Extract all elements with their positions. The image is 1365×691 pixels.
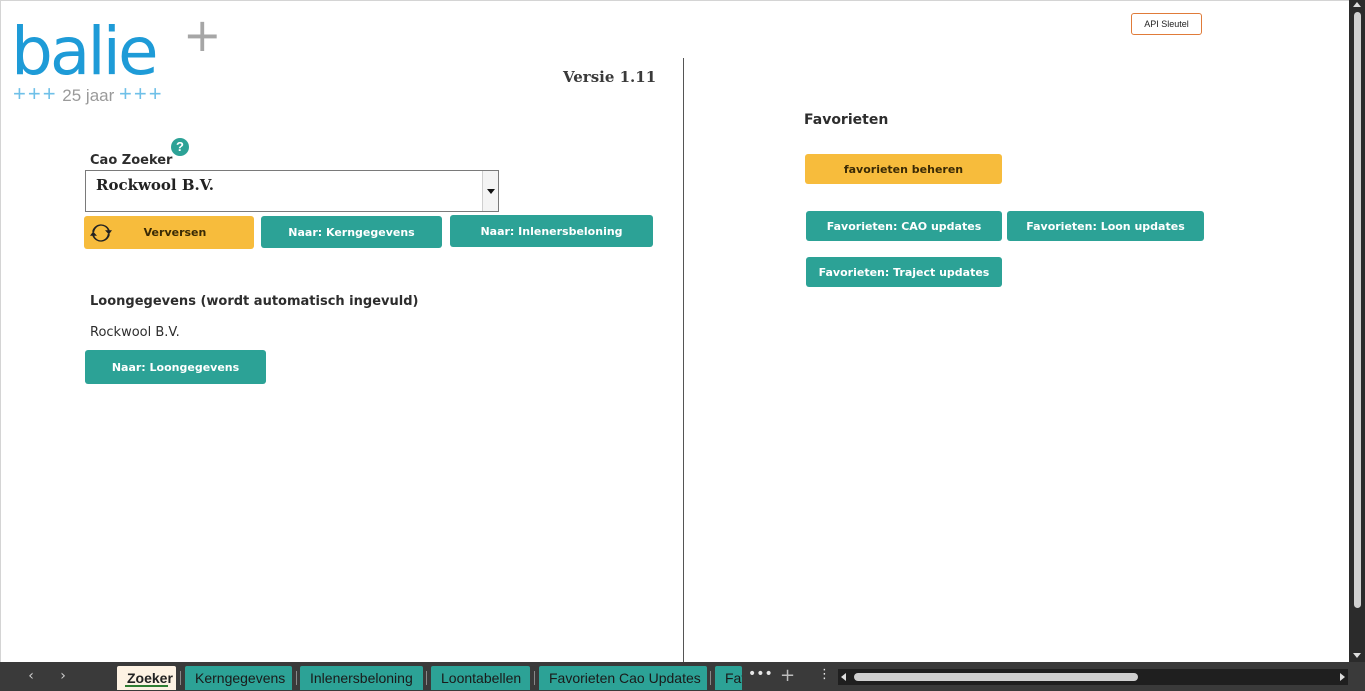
- horizontal-scroll-thumb[interactable]: [854, 673, 1138, 681]
- horizontal-scrollbar[interactable]: [838, 669, 1348, 685]
- tab-zoeker-label: Zoeker: [127, 670, 173, 686]
- tab-loontabellen-label: Loontabellen: [441, 670, 522, 686]
- tab-menu-icon[interactable]: ⋮: [818, 667, 831, 682]
- refresh-button[interactable]: Verversen: [84, 216, 254, 249]
- manage-favorites-label: favorieten beheren: [843, 162, 964, 176]
- cao-zoeker-label: Cao Zoeker: [90, 153, 173, 168]
- sheet-tab-bar: ‹ › Zoeker Kerngegevens Inlenersbeloning…: [0, 662, 1365, 691]
- logo-plus-left: +++: [13, 81, 58, 106]
- refresh-label: Verversen: [143, 226, 207, 239]
- api-key-button[interactable]: API Sleutel: [1131, 13, 1202, 35]
- tab-fav-label: Fav: [725, 670, 742, 686]
- tab-favorieten-cao-updates-label: Favorieten Cao Updates: [549, 670, 701, 686]
- tab-inlenersbeloning[interactable]: Inlenersbeloning: [300, 666, 423, 690]
- to-kerngegevens-label: Naar: Kerngegevens: [288, 225, 415, 239]
- cao-select[interactable]: Rockwool B.V.: [85, 170, 499, 212]
- favorites-loon-updates-button[interactable]: Favorieten: Loon updates: [1007, 211, 1204, 241]
- to-loongegevens-button[interactable]: Naar: Loongegevens: [85, 350, 266, 384]
- tab-loontabellen[interactable]: Loontabellen: [431, 666, 530, 690]
- chevron-right-icon[interactable]: ›: [54, 667, 72, 685]
- favorites-traject-updates-label: Favorieten: Traject updates: [818, 265, 990, 279]
- help-icon[interactable]: ?: [171, 138, 189, 156]
- tab-zoeker[interactable]: Zoeker: [117, 666, 176, 690]
- scroll-up-icon[interactable]: [1353, 2, 1361, 7]
- scroll-down-icon[interactable]: [1353, 653, 1361, 658]
- logo-word: balie: [11, 13, 159, 90]
- tab-separator: [534, 671, 535, 685]
- balie-logo: balie + +++ 25 jaar +++: [11, 8, 231, 107]
- logo-years: 25 jaar: [62, 86, 115, 105]
- vertical-scrollbar[interactable]: [1349, 0, 1365, 662]
- favorites-cao-updates-button[interactable]: Favorieten: CAO updates: [806, 211, 1002, 241]
- tab-separator: [426, 671, 427, 685]
- spreadsheet-canvas: balie + +++ 25 jaar +++ API Sleutel Vers…: [0, 0, 1349, 663]
- logo-plus-right: +++: [119, 81, 164, 106]
- chevron-left-icon[interactable]: ‹: [22, 667, 40, 685]
- loongegevens-heading: Loongegevens (wordt automatisch ingevuld…: [90, 294, 419, 309]
- favorites-traject-updates-button[interactable]: Favorieten: Traject updates: [806, 257, 1002, 287]
- loongegevens-value: Rockwool B.V.: [90, 325, 180, 340]
- tab-favorieten-cao-updates[interactable]: Favorieten Cao Updates: [539, 666, 707, 690]
- favorieten-heading: Favorieten: [804, 112, 889, 128]
- scroll-left-icon[interactable]: [841, 673, 846, 681]
- favorites-cao-updates-label: Favorieten: CAO updates: [826, 219, 982, 233]
- section-divider: [683, 58, 684, 663]
- tab-kerngegevens-label: Kerngegevens: [195, 670, 286, 686]
- dropdown-arrow-icon[interactable]: [482, 171, 498, 211]
- favorites-loon-updates-label: Favorieten: Loon updates: [1026, 219, 1185, 233]
- plus-icon[interactable]: +: [780, 665, 795, 686]
- to-inlenersbeloning-label: Naar: Inlenersbeloning: [480, 224, 623, 238]
- vertical-scroll-thumb[interactable]: [1354, 12, 1361, 608]
- scroll-right-icon[interactable]: [1340, 673, 1345, 681]
- manage-favorites-button[interactable]: favorieten beheren: [805, 154, 1002, 184]
- tab-inlenersbeloning-label: Inlenersbeloning: [310, 670, 413, 686]
- version-label: Versie 1.11: [563, 68, 657, 86]
- cao-select-value: Rockwool B.V.: [96, 176, 214, 194]
- tab-separator: [180, 671, 181, 685]
- tab-separator: [710, 671, 711, 685]
- to-inlenersbeloning-button[interactable]: Naar: Inlenersbeloning: [450, 215, 653, 247]
- refresh-icon: [90, 224, 112, 242]
- api-key-label: API Sleutel: [1144, 19, 1189, 29]
- tab-separator: [296, 671, 297, 685]
- tab-fav[interactable]: Fav: [715, 666, 742, 690]
- more-tabs-icon[interactable]: •••: [748, 666, 773, 682]
- logo-subtitle: +++ 25 jaar +++: [13, 81, 164, 107]
- to-kerngegevens-button[interactable]: Naar: Kerngegevens: [261, 216, 442, 248]
- logo-plus: +: [183, 8, 222, 62]
- to-loongegevens-label: Naar: Loongegevens: [111, 360, 240, 374]
- tab-kerngegevens[interactable]: Kerngegevens: [185, 666, 292, 690]
